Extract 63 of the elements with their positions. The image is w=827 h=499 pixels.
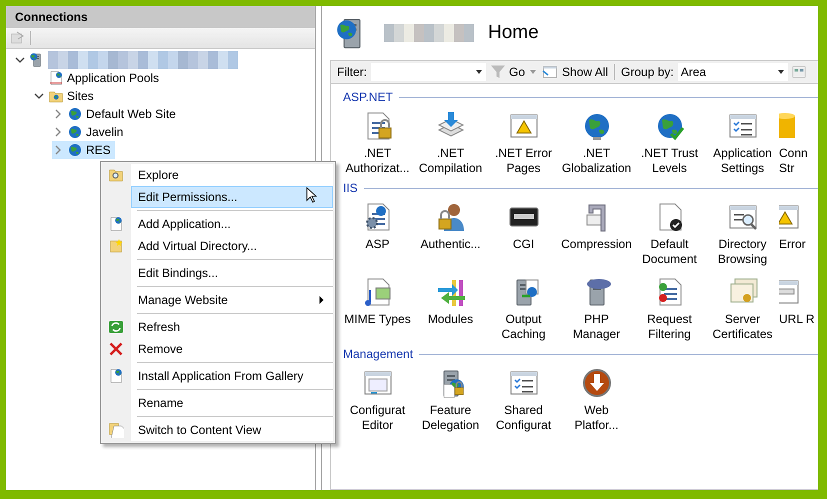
funnel-icon	[490, 64, 506, 80]
group-heading: ASP.NET	[343, 90, 393, 104]
close-icon	[108, 341, 124, 357]
feature-item[interactable]: Server Certificates	[706, 276, 779, 341]
document-globe-icon	[108, 216, 124, 232]
globe-icon	[67, 124, 83, 140]
tree-item[interactable]: Application Pools	[33, 69, 164, 87]
mouse-pointer-icon	[306, 187, 317, 203]
group-by-dropdown[interactable]: Area	[678, 63, 788, 81]
dropdown-arrow-icon	[529, 68, 538, 76]
feature-item[interactable]: Modules	[414, 276, 487, 341]
feature-item[interactable]: Conn Str	[779, 110, 818, 175]
feature-item[interactable]: MIME Types	[341, 276, 414, 341]
pool-icon	[48, 70, 64, 86]
tree-item[interactable]: Sites	[33, 87, 98, 105]
feature-item[interactable]: CGI	[487, 201, 560, 266]
feature-item[interactable]: Application Settings	[706, 110, 779, 175]
group-heading: IIS	[343, 181, 358, 195]
feature-item[interactable]: URL R	[779, 276, 818, 341]
feature-item[interactable]: Feature Delegation	[414, 367, 487, 432]
filter-field[interactable]	[371, 63, 486, 81]
feature-item[interactable]: Shared Configurat	[487, 367, 560, 432]
feature-item[interactable]: Configurat Editor	[341, 367, 414, 432]
feature-item[interactable]: Compression	[560, 201, 633, 266]
group-by-label: Group by:	[621, 65, 674, 79]
feature-item[interactable]: .NET Trust Levels	[633, 110, 706, 175]
feature-item[interactable]: Error	[779, 201, 818, 266]
feature-item[interactable]: .NET Authorizat...	[341, 110, 414, 175]
connect-icon	[10, 30, 26, 46]
feature-item[interactable]: Default Document	[633, 201, 706, 266]
tree-item[interactable]: Javelin	[52, 123, 128, 141]
feature-item[interactable]: Directory Browsing	[706, 201, 779, 266]
feature-item[interactable]: Authentic...	[414, 201, 487, 266]
group-heading: Management	[343, 347, 414, 361]
feature-item[interactable]: Output Caching	[487, 276, 560, 341]
feature-item[interactable]: PHP Manager	[560, 276, 633, 341]
panel-title: Connections	[6, 6, 315, 28]
show-all-button[interactable]: Show All	[541, 64, 608, 80]
globe-icon	[67, 106, 83, 122]
document-globe-icon	[108, 368, 124, 384]
menu-item[interactable]: Manage Website	[131, 289, 333, 311]
dropdown-arrow-icon	[776, 68, 785, 76]
globe-icon	[67, 142, 83, 158]
feature-item[interactable]: .NET Compilation	[414, 110, 487, 175]
download-icon	[580, 367, 612, 399]
dropdown-arrow-icon	[475, 68, 483, 76]
window-icon	[541, 64, 560, 80]
feature-item[interactable]: Web Platfor...	[560, 367, 633, 432]
feature-item[interactable]: Request Filtering	[633, 276, 706, 341]
view-icon	[792, 64, 806, 80]
documents-icon	[108, 422, 124, 438]
tree-item[interactable]: Default Web Site	[52, 105, 180, 123]
menu-item[interactable]: Edit Bindings...	[131, 262, 333, 284]
refresh-icon	[108, 319, 124, 335]
feature-item[interactable]: .NET Globalization	[560, 110, 633, 175]
tree-item[interactable]: RES	[52, 141, 115, 159]
filter-label: Filter:	[337, 65, 367, 79]
feature-item[interactable]: ASP	[341, 201, 414, 266]
feature-item[interactable]: .NET Error Pages	[487, 110, 560, 175]
menu-item[interactable]: Edit Permissions...	[131, 186, 333, 208]
folder-search-icon	[108, 167, 124, 183]
page-title: Home	[488, 22, 539, 44]
menu-item[interactable]: Rename	[131, 392, 333, 414]
